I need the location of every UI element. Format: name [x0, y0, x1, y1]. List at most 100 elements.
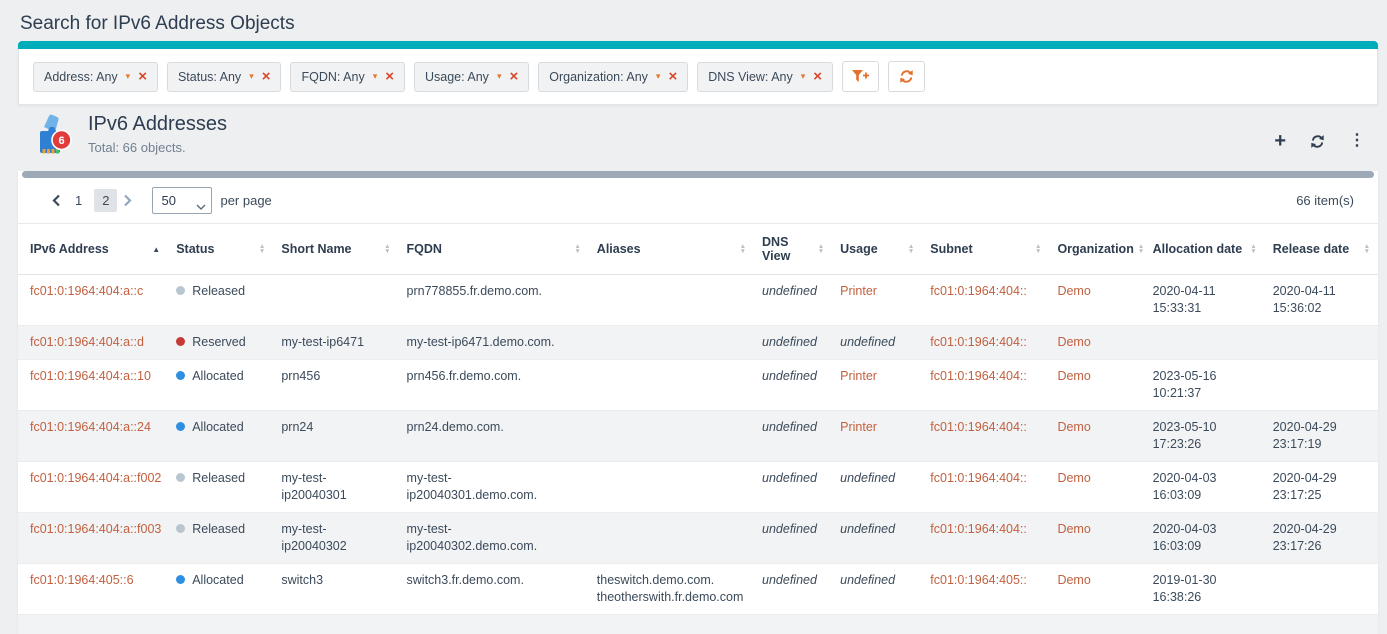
horizontal-scrollbar[interactable]	[22, 171, 1374, 178]
subnet-link[interactable]: fc01:0:1964:404::	[930, 420, 1027, 434]
ipv6-address-link[interactable]: fc01:0:1964:404:a::c	[30, 284, 143, 298]
column-header-status[interactable]: Status▲▼	[168, 224, 273, 275]
fqdn-cell: prn24.demo.com.	[399, 411, 589, 462]
remove-filter-icon[interactable]: ×	[509, 71, 518, 82]
ipv6-address-link[interactable]: fc01:0:1964:404:a::d	[30, 335, 144, 349]
chevron-down-icon[interactable]: ▾	[126, 72, 131, 81]
remove-filter-icon[interactable]: ×	[668, 71, 677, 82]
subnet-link[interactable]: fc01:0:1964:405::	[930, 573, 1027, 587]
aliases-cell	[589, 360, 754, 411]
status-label: Reserved	[192, 335, 246, 349]
subnet-link[interactable]: fc01:0:1964:404::	[930, 284, 1027, 298]
organization-link[interactable]: Demo	[1057, 573, 1090, 587]
pagination-prev-button[interactable]	[48, 192, 65, 209]
filter-chip-address[interactable]: Address: Any▾×	[33, 62, 158, 92]
pagination-page-1[interactable]: 1	[67, 189, 90, 212]
column-header-ipv6-address[interactable]: IPv6 Address▲	[18, 224, 168, 275]
subnet-cell: fc01:0:1964:404::	[922, 513, 1049, 564]
column-header-fqdn[interactable]: FQDN▲▼	[399, 224, 589, 275]
sort-icon: ▲▼	[384, 244, 390, 254]
chevron-down-icon[interactable]: ▾	[801, 72, 806, 81]
remove-filter-icon[interactable]: ×	[385, 71, 394, 82]
status-label: Allocated	[192, 420, 243, 434]
per-page-select[interactable]: 50	[152, 187, 212, 214]
release-date-cell: 2020-04-2923:17:19	[1265, 411, 1378, 462]
remove-filter-icon[interactable]: ×	[138, 71, 147, 82]
chevron-down-icon[interactable]: ▾	[249, 72, 254, 81]
table-row[interactable]: fc01:0:1964:404:a::f003Releasedmy-test-i…	[18, 513, 1378, 564]
ipv6-address-link[interactable]: fc01:0:1964:404:a::24	[30, 420, 151, 434]
release-date-cell	[1265, 564, 1378, 615]
table-row[interactable]: fc01:0:1964:404:a::10Allocatedprn456prn4…	[18, 360, 1378, 411]
chevron-down-icon[interactable]: ▾	[373, 72, 378, 81]
organization-link[interactable]: Demo	[1057, 522, 1090, 536]
status-dot	[176, 371, 185, 380]
organization-link[interactable]: Demo	[1057, 284, 1090, 298]
filter-chip-status[interactable]: Status: Any▾×	[167, 62, 282, 92]
date-value: 2020-04-2923:17:26	[1273, 522, 1337, 553]
add-filter-button[interactable]	[842, 61, 879, 92]
table-row[interactable]: fc01:0:1964:404:a::dReservedmy-test-ip64…	[18, 326, 1378, 360]
pagination-next-button[interactable]	[119, 192, 136, 209]
refresh-filters-button[interactable]	[888, 61, 925, 92]
status-cell: Reserved	[168, 326, 273, 360]
allocation-date-cell: 2020-04-0316:03:09	[1145, 462, 1265, 513]
column-header-dns-view[interactable]: DNS View▲▼	[754, 224, 832, 275]
subnet-link[interactable]: fc01:0:1964:404::	[930, 369, 1027, 383]
usage-link[interactable]: Printer	[840, 284, 877, 298]
subnet-cell: fc01:0:1964:404::	[922, 360, 1049, 411]
column-label: Short Name	[281, 242, 351, 256]
add-object-button[interactable]: +	[1274, 133, 1286, 149]
remove-filter-icon[interactable]: ×	[813, 71, 822, 82]
refresh-icon	[899, 69, 914, 84]
status-cell: Released	[168, 275, 273, 326]
dns-view-cell: undefined	[754, 360, 832, 411]
subnet-link[interactable]: fc01:0:1964:404::	[930, 335, 1027, 349]
filter-chip-organization[interactable]: Organization: Any▾×	[538, 62, 688, 92]
subnet-link[interactable]: fc01:0:1964:404::	[930, 522, 1027, 536]
date-value: 2020-04-0316:03:09	[1153, 471, 1217, 502]
chevron-left-icon	[52, 194, 61, 207]
organization-link[interactable]: Demo	[1057, 471, 1090, 485]
table-row[interactable]: fc01:0:1964:404:a::f002Releasedmy-test-i…	[18, 462, 1378, 513]
column-header-release-date[interactable]: Release date▲▼	[1265, 224, 1378, 275]
column-header-allocation-date[interactable]: Allocation date▲▼	[1145, 224, 1265, 275]
usage-link[interactable]: Printer	[840, 420, 877, 434]
column-header-aliases[interactable]: Aliases▲▼	[589, 224, 754, 275]
column-label: Release date	[1273, 242, 1349, 256]
organization-link[interactable]: Demo	[1057, 420, 1090, 434]
ipv6-address-link[interactable]: fc01:0:1964:404:a::10	[30, 369, 151, 383]
filter-chip-fqdn[interactable]: FQDN: Any▾×	[290, 62, 405, 92]
sort-icon: ▲▼	[740, 244, 746, 254]
column-header-usage[interactable]: Usage▲▼	[832, 224, 922, 275]
subnet-cell: fc01:0:1964:405::	[922, 564, 1049, 615]
more-options-button[interactable]: ⋮	[1349, 133, 1365, 149]
release-date-cell	[1265, 326, 1378, 360]
table-row[interactable]: fc01:0:1964:404:a::cReleasedprn778855.fr…	[18, 275, 1378, 326]
chevron-down-icon[interactable]: ▾	[656, 72, 661, 81]
filter-chip-dns-view[interactable]: DNS View: Any▾×	[697, 62, 833, 92]
column-header-subnet[interactable]: Subnet▲▼	[922, 224, 1049, 275]
allocation-date-cell: 2019-01-3016:38:26	[1145, 564, 1265, 615]
status-dot	[176, 337, 185, 346]
organization-link[interactable]: Demo	[1057, 369, 1090, 383]
remove-filter-icon[interactable]: ×	[262, 71, 271, 82]
ipv6-address-link[interactable]: fc01:0:1964:404:a::f003	[30, 522, 161, 536]
usage-undefined: undefined	[840, 573, 895, 587]
table-row[interactable]: fc01:0:1964:404:a::24Allocatedprn24prn24…	[18, 411, 1378, 462]
ipv6-address-cell: fc01:0:1964:404:a::10	[18, 360, 168, 411]
usage-link[interactable]: Printer	[840, 369, 877, 383]
chevron-down-icon[interactable]: ▾	[497, 72, 502, 81]
organization-link[interactable]: Demo	[1057, 335, 1090, 349]
column-header-short-name[interactable]: Short Name ▲▼	[273, 224, 398, 275]
pagination-page-2[interactable]: 2	[94, 189, 117, 212]
ipv6-address-link[interactable]: fc01:0:1964:404:a::f002	[30, 471, 161, 485]
table-row[interactable]: fc01:0:1964:405::6Allocatedswitch3switch…	[18, 564, 1378, 615]
aliases-cell	[589, 462, 754, 513]
ipv6-address-link[interactable]: fc01:0:1964:405::6	[30, 573, 134, 587]
filter-chip-usage[interactable]: Usage: Any▾×	[414, 62, 529, 92]
subnet-link[interactable]: fc01:0:1964:404::	[930, 471, 1027, 485]
column-header-organization[interactable]: Organization▲▼	[1049, 224, 1144, 275]
refresh-list-button[interactable]	[1310, 134, 1325, 149]
status-cell: Released	[168, 513, 273, 564]
